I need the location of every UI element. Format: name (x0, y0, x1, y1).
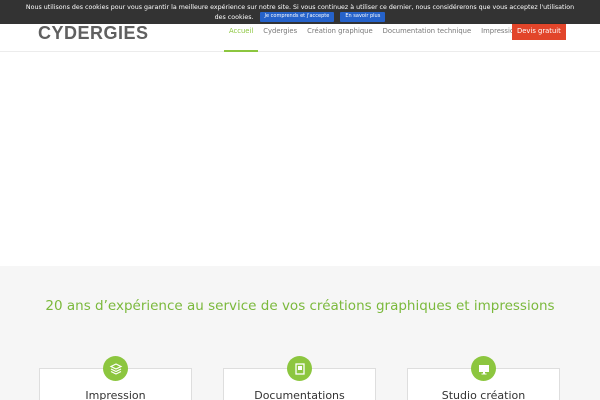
main-nav: Accueil Cydergies Création graphique Doc… (224, 22, 523, 52)
section-headline: 20 ans d’expérience au service de vos cr… (45, 298, 555, 314)
free-quote-button[interactable]: Devis gratuit (512, 23, 566, 40)
card-title: Documentations (254, 389, 345, 400)
nav-item-accueil[interactable]: Accueil (224, 22, 259, 52)
card-title: Studio création (441, 389, 526, 400)
card-title: Impression (85, 389, 146, 400)
nav-item-documentation-technique[interactable]: Documentation technique (378, 22, 476, 52)
cookie-accept-button[interactable]: Je comprends et j'accepte (259, 12, 335, 22)
document-icon (287, 356, 312, 381)
nav-item-creation-graphique[interactable]: Création graphique (302, 22, 378, 52)
cookie-text-line2: des cookies. (214, 13, 254, 21)
hero-area (0, 52, 600, 266)
site-logo[interactable]: CYDERGIES (38, 23, 149, 44)
cookie-more-button[interactable]: En savoir plus (340, 12, 386, 22)
cookie-banner: Nous utilisons des cookies pour vous gar… (0, 0, 600, 24)
nav-item-cydergies[interactable]: Cydergies (258, 22, 302, 52)
cookie-text-line1: Nous utilisons des cookies pour vous gar… (25, 4, 575, 11)
layers-icon (103, 356, 128, 381)
monitor-icon (471, 356, 496, 381)
